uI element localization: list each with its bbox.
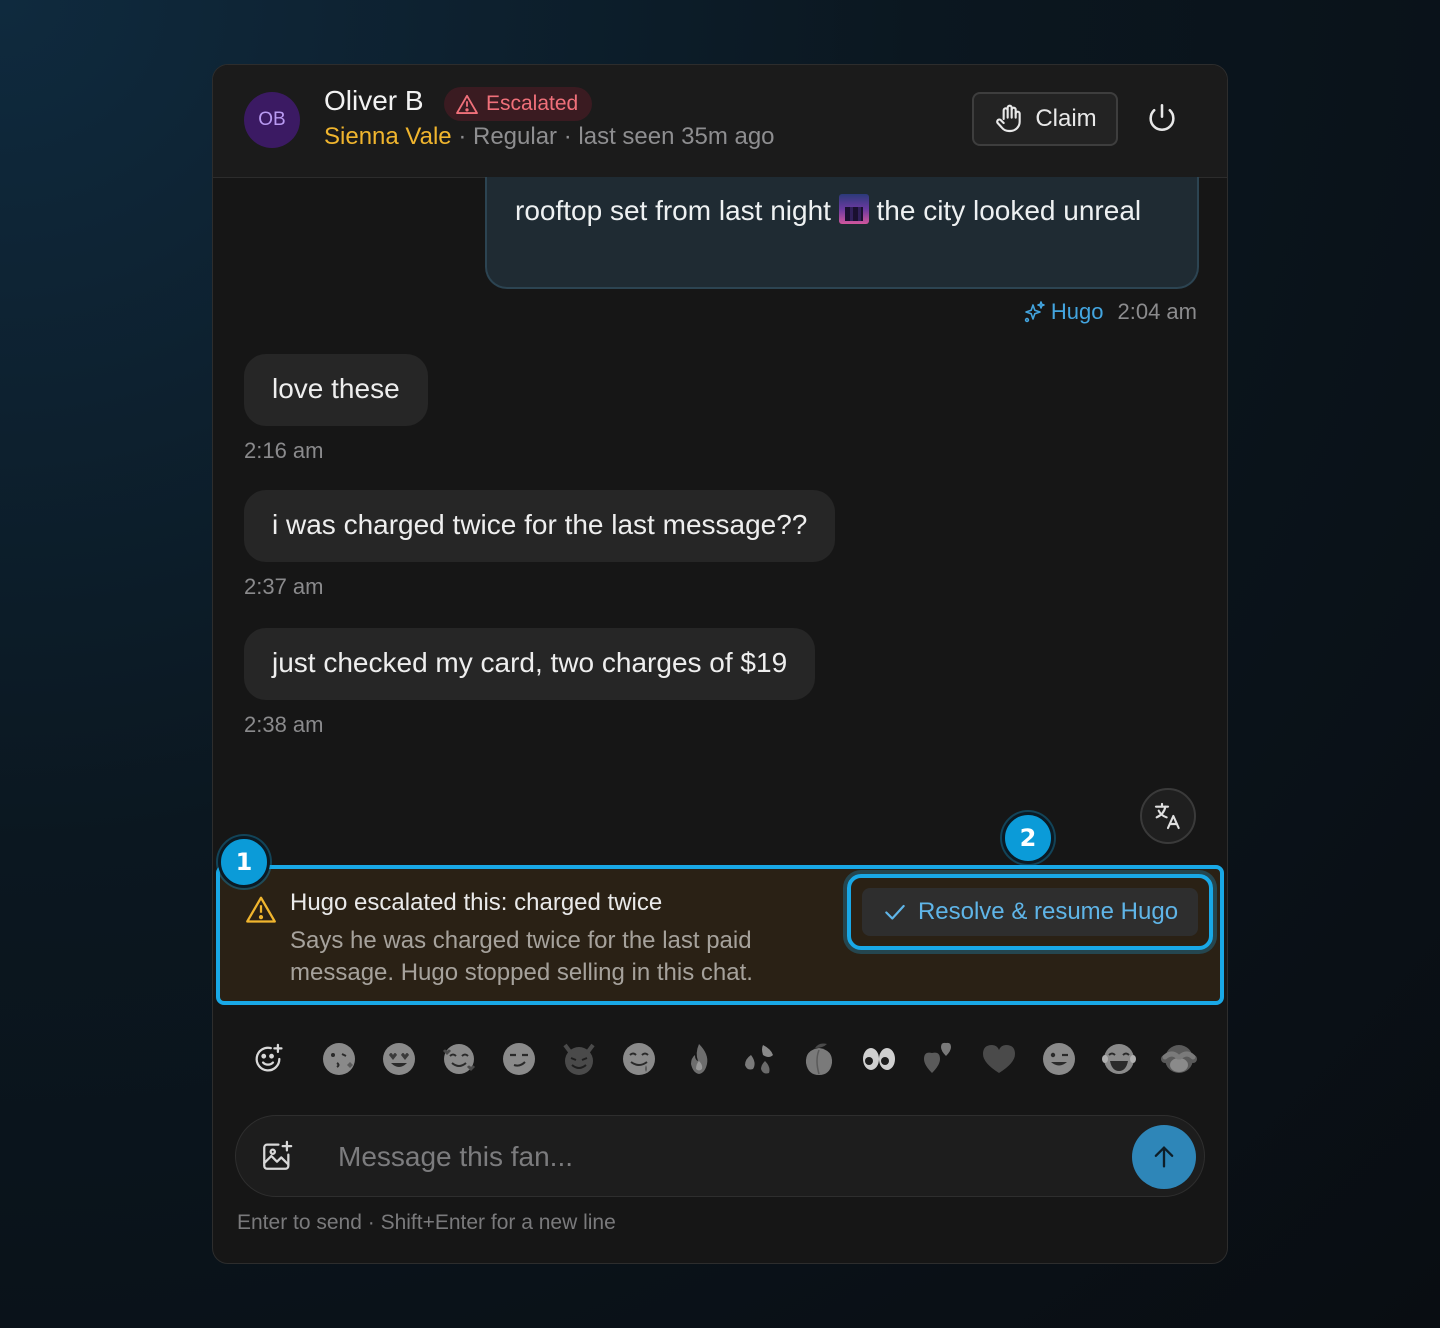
outgoing-message: rooftop set from last night the city loo… <box>485 177 1199 289</box>
fire-icon <box>691 1044 708 1074</box>
emoji-picker-icon <box>255 1043 283 1072</box>
two-hearts-emoji-button[interactable] <box>921 1041 957 1077</box>
smirk-emoji-button[interactable] <box>501 1041 537 1077</box>
peach-icon <box>805 1043 833 1075</box>
kissing-face-icon <box>323 1043 355 1075</box>
sweat-droplets-emoji-button[interactable] <box>741 1041 777 1077</box>
fan-tier: Regular <box>473 123 558 150</box>
send-button[interactable] <box>1132 1125 1196 1189</box>
message-text: the city looked unreal <box>876 195 1142 226</box>
step-marker-1: 1 <box>218 836 270 888</box>
escalation-banner: Hugo escalated this: charged twice Says … <box>216 865 1224 1005</box>
composer-hint: Enter to send · Shift+Enter for a new li… <box>237 1211 616 1234</box>
eyes-icon <box>863 1048 895 1070</box>
smirk-icon <box>503 1043 535 1075</box>
avatar[interactable]: OB <box>244 92 300 148</box>
black-heart-icon <box>983 1045 1015 1073</box>
message-input[interactable] <box>336 1132 1120 1182</box>
arrow-up-icon <box>1154 1146 1174 1168</box>
last-seen: last seen 35m ago <box>578 123 775 150</box>
kissing-face-emoji-button[interactable] <box>321 1041 357 1077</box>
power-icon <box>1149 103 1175 132</box>
add-image-icon <box>263 1140 293 1170</box>
heart-eyes-emoji-button[interactable] <box>381 1041 417 1077</box>
attach-media-button[interactable] <box>260 1139 294 1177</box>
claim-label: Claim <box>1035 105 1097 132</box>
resolve-highlight: Resolve & resume Hugo <box>847 874 1213 950</box>
peach-emoji-button[interactable] <box>801 1041 837 1077</box>
warning-icon <box>456 94 478 114</box>
two-hearts-icon <box>924 1042 951 1073</box>
sparkles-icon <box>1024 301 1045 323</box>
drooling-face-icon <box>623 1043 655 1075</box>
winking-face-icon <box>1043 1043 1075 1075</box>
creator-name[interactable]: Sienna Vale <box>324 123 452 150</box>
emoji-picker-button[interactable] <box>250 1041 286 1077</box>
sender-name: Hugo <box>1050 299 1104 324</box>
check-icon <box>885 904 905 920</box>
resolve-resume-button[interactable]: Resolve & resume Hugo <box>862 888 1198 936</box>
claim-button[interactable]: Claim <box>972 92 1118 146</box>
step-marker-2: 2 <box>1002 812 1054 864</box>
see-no-evil-monkey-icon <box>1161 1045 1197 1073</box>
translate-button[interactable] <box>1140 788 1196 844</box>
resolve-label: Resolve & resume Hugo <box>917 898 1179 925</box>
fire-emoji-button[interactable] <box>681 1041 717 1077</box>
escalation-title: Hugo escalated this: charged twice <box>290 889 663 916</box>
smiling-hearts-emoji-button[interactable] <box>441 1041 477 1077</box>
smiling-devil-emoji-button[interactable] <box>561 1041 597 1077</box>
ai-sender: Hugo <box>1023 299 1104 325</box>
eyes-emoji-button[interactable] <box>861 1041 897 1077</box>
incoming-message: love these <box>244 354 428 426</box>
end-chat-button[interactable] <box>1145 101 1181 137</box>
emoji-bar <box>213 1025 1227 1095</box>
warning-icon <box>246 896 276 923</box>
fan-name: Oliver B <box>324 85 424 116</box>
outgoing-meta: Hugo 2:04 am <box>1023 299 1197 325</box>
smiling-hearts-icon <box>443 1044 475 1074</box>
night-city-emoji-icon <box>838 194 869 224</box>
escalation-description: Says he was charged twice for the last p… <box>290 927 753 986</box>
translate-icon <box>1154 802 1180 830</box>
status-badge-label: Escalated <box>486 92 579 115</box>
see-no-evil-monkey-emoji-button[interactable] <box>1161 1041 1197 1077</box>
message-time: 2:04 am <box>1117 299 1198 324</box>
smiling-devil-icon <box>563 1043 595 1075</box>
drooling-face-emoji-button[interactable] <box>621 1041 657 1077</box>
status-badge: Escalated <box>444 87 593 121</box>
black-heart-emoji-button[interactable] <box>981 1041 1017 1077</box>
incoming-message: just checked my card, two charges of $19 <box>244 628 816 700</box>
separator: · <box>458 123 467 150</box>
fan-subline: Sienna Vale · Regular · last seen 35m ag… <box>324 123 775 151</box>
chat-header: OB Oliver B Escalated Sienna Vale · Regu… <box>213 65 1227 178</box>
winking-face-emoji-button[interactable] <box>1041 1041 1077 1077</box>
message-time: 2:38 am <box>244 712 324 737</box>
message-composer <box>235 1115 1205 1197</box>
message-text: rooftop set from last night <box>515 195 831 226</box>
separator: · <box>563 123 572 150</box>
message-time: 2:16 am <box>244 438 324 463</box>
heart-eyes-icon <box>383 1043 415 1075</box>
tears-of-joy-icon <box>1102 1044 1136 1074</box>
tears-of-joy-emoji-button[interactable] <box>1101 1041 1137 1077</box>
chat-panel: OB Oliver B Escalated Sienna Vale · Regu… <box>212 64 1228 1264</box>
incoming-message: i was charged twice for the last message… <box>244 490 836 562</box>
message-time: 2:37 am <box>244 574 324 599</box>
sweat-droplets-icon <box>745 1045 773 1074</box>
hand-icon <box>996 104 1022 133</box>
